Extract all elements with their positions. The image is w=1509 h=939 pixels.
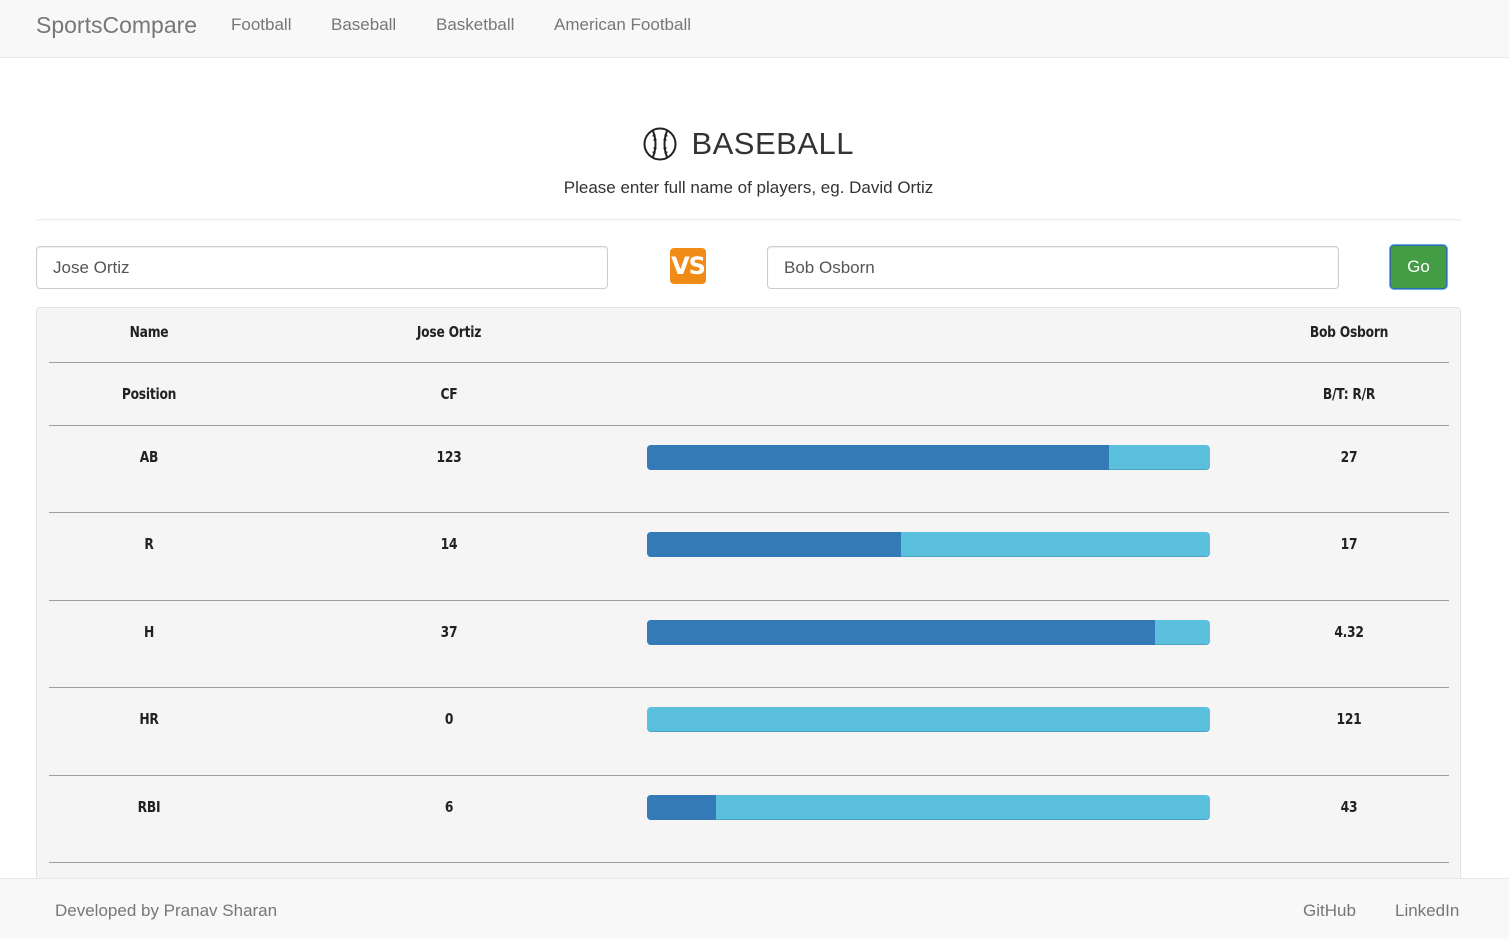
player2-value: 4.32: [1334, 623, 1364, 641]
row-label: R: [144, 535, 154, 553]
player2-value: 27: [1340, 448, 1358, 466]
footer: Developed by Pranav Sharan GitHub Linked…: [0, 878, 1509, 939]
player1-input[interactable]: [36, 246, 608, 289]
nav-link-american-football[interactable]: American Football: [554, 14, 691, 36]
row-label: HR: [139, 710, 159, 728]
comparison-bar: [647, 620, 1210, 645]
comparison-bar: [647, 795, 1210, 820]
nav-link-football[interactable]: Football: [231, 14, 291, 36]
row-label: H: [143, 623, 155, 641]
player2-value: Bob Osborn: [1309, 323, 1389, 341]
player1-value: 14: [440, 535, 458, 553]
player2-value: B/T: R/R: [1322, 385, 1376, 403]
player1-value: 123: [436, 448, 462, 466]
row-label: AB: [139, 448, 159, 466]
row-label: Position: [121, 385, 177, 403]
navbar: SportsCompare Football Baseball Basketba…: [0, 0, 1509, 58]
table-row: HR 0 121: [49, 688, 1449, 776]
footer-credit: Developed by Pranav Sharan: [55, 901, 278, 920]
comparison-bar: [647, 532, 1210, 557]
player1-bar-fill: [647, 445, 1109, 470]
comparison-bar: [647, 707, 1210, 732]
comparison-table: Name Jose Ortiz Bob Osborn Position CF B…: [36, 307, 1461, 887]
baseball-icon: [643, 127, 677, 161]
comparison-bar: [647, 445, 1210, 470]
player1-value: 0: [444, 710, 454, 728]
go-button[interactable]: Go: [1390, 245, 1447, 289]
player1-bar-fill: [647, 532, 902, 557]
row-label: Name: [129, 323, 169, 341]
player2-input[interactable]: [767, 246, 1339, 289]
brand-link[interactable]: SportsCompare: [36, 12, 197, 38]
page-title: BASEBALL: [691, 126, 854, 161]
table-row: AB 123 27: [49, 426, 1449, 513]
player1-value: CF: [440, 385, 458, 403]
nav-link-basketball[interactable]: Basketball: [436, 14, 514, 36]
player1-value: 6: [444, 798, 454, 816]
github-link[interactable]: GitHub: [1303, 901, 1356, 921]
player1-bar-fill: [647, 795, 717, 820]
player1-bar-fill: [647, 620, 1155, 645]
player2-value: 43: [1340, 798, 1358, 816]
nav-link-baseball[interactable]: Baseball: [331, 14, 396, 36]
table-row: Position CF B/T: R/R: [49, 363, 1449, 426]
title-group: BASEBALL: [643, 126, 854, 162]
page-subtitle: Please enter full name of players, eg. D…: [563, 178, 934, 197]
linkedin-link[interactable]: LinkedIn: [1395, 901, 1459, 921]
player2-value: 121: [1336, 710, 1362, 728]
player1-value: 37: [440, 623, 458, 641]
player1-value: Jose Ortiz: [416, 323, 482, 341]
page-header: BASEBALL Please enter full name of playe…: [36, 90, 1461, 220]
row-label: RBI: [137, 798, 161, 816]
table-row: R 14 17: [49, 513, 1449, 601]
title-row: BASEBALL: [36, 126, 1461, 166]
table-row: H 37 4.32: [49, 601, 1449, 688]
player2-value: 17: [1340, 535, 1358, 553]
table-row: Name Jose Ortiz Bob Osborn: [49, 308, 1449, 363]
table-row: RBI 6 43: [49, 776, 1449, 863]
vs-badge: VS: [670, 248, 706, 284]
